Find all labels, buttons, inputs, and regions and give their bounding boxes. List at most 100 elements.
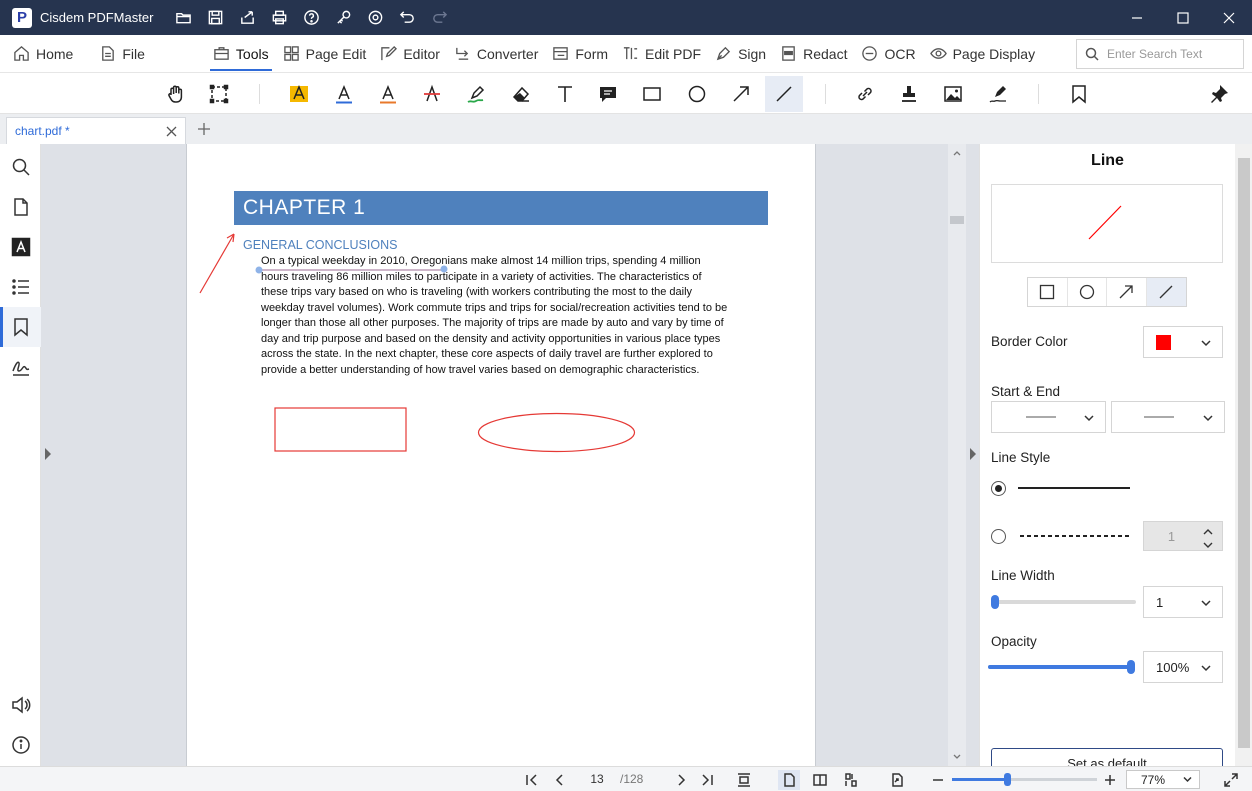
minimize-button[interactable] (1114, 0, 1160, 35)
menu-form[interactable]: Form (545, 35, 615, 73)
pin-toolbar-button[interactable] (1200, 76, 1238, 112)
bookmark-tool[interactable] (1060, 76, 1098, 112)
rectangle-annotation[interactable] (274, 407, 407, 452)
note-tool[interactable] (589, 76, 627, 112)
sidebar-signatures[interactable] (0, 347, 41, 387)
continuous-view-button[interactable] (840, 770, 862, 790)
first-page-button[interactable] (521, 770, 543, 790)
ellipse-tool[interactable] (678, 76, 716, 112)
dashed-line-radio[interactable] (991, 529, 1006, 544)
link-tool[interactable] (846, 76, 884, 112)
sidebar-info[interactable] (0, 725, 41, 765)
menu-file[interactable]: File (92, 35, 152, 73)
menu-ocr[interactable]: OCR (854, 35, 922, 73)
eraser-tool[interactable] (502, 76, 540, 112)
two-page-view-button[interactable] (809, 770, 831, 790)
single-page-view-button[interactable] (778, 770, 800, 790)
chevron-up-icon[interactable] (1202, 525, 1214, 535)
dash-value[interactable]: 1 (1144, 529, 1199, 544)
panel-scroll-thumb[interactable] (1238, 158, 1250, 748)
sidebar-text-style[interactable] (0, 227, 41, 267)
menu-page-edit[interactable]: Page Edit (276, 35, 374, 73)
document-tab[interactable]: chart.pdf * (6, 117, 186, 144)
border-color-dropdown[interactable] (1143, 326, 1223, 358)
opacity-thumb[interactable] (1127, 660, 1135, 674)
highlight-tool[interactable] (280, 76, 318, 112)
zoom-slider[interactable] (952, 773, 1097, 786)
open-folder-icon[interactable] (167, 0, 199, 35)
zoom-out-button[interactable] (927, 770, 949, 790)
stamp-tool[interactable] (890, 76, 928, 112)
squiggly-tool[interactable] (369, 76, 407, 112)
shape-line-button[interactable] (1146, 278, 1186, 306)
opacity-dropdown[interactable]: 100% (1143, 651, 1223, 683)
close-button[interactable] (1206, 0, 1252, 35)
new-tab-icon[interactable] (197, 122, 211, 136)
previous-page-button[interactable] (549, 770, 571, 790)
arrow-tool[interactable] (722, 76, 760, 112)
zoom-thumb[interactable] (1004, 773, 1011, 786)
sidebar-read-aloud[interactable] (0, 685, 41, 725)
menu-converter[interactable]: Converter (447, 35, 545, 73)
hand-tool[interactable] (157, 76, 195, 112)
sidebar-outline[interactable] (0, 267, 41, 307)
rotate-page-button[interactable] (886, 770, 908, 790)
menu-tools[interactable]: Tools (206, 35, 276, 73)
signature-tool[interactable] (979, 76, 1017, 112)
menu-sign[interactable]: Sign (708, 35, 773, 73)
menu-edit-pdf[interactable]: Edit PDF (615, 35, 708, 73)
collapse-right-panel-icon[interactable] (968, 447, 978, 461)
line-width-dropdown[interactable]: 1 (1143, 586, 1223, 618)
menu-editor[interactable]: Editor (373, 35, 447, 73)
last-page-button[interactable] (696, 770, 718, 790)
save-icon[interactable] (199, 0, 231, 35)
next-page-button[interactable] (670, 770, 692, 790)
share-icon[interactable] (231, 0, 263, 35)
image-tool[interactable] (934, 76, 972, 112)
key-icon[interactable] (327, 0, 359, 35)
shape-circle-button[interactable] (1068, 278, 1107, 306)
help-icon[interactable] (295, 0, 327, 35)
line-tool[interactable] (765, 76, 803, 112)
tab-close-icon[interactable] (166, 125, 177, 137)
chevron-down-icon[interactable] (1202, 538, 1214, 548)
ellipse-annotation[interactable] (477, 412, 636, 453)
end-style-dropdown[interactable] (1111, 401, 1225, 433)
document-scrollbar[interactable] (948, 144, 966, 766)
shape-arrow-button[interactable] (1107, 278, 1147, 306)
strikeout-tool[interactable] (413, 76, 451, 112)
shape-rectangle-button[interactable] (1028, 278, 1068, 306)
rectangle-tool[interactable] (633, 76, 671, 112)
undo-icon[interactable] (391, 0, 423, 35)
text-tool[interactable] (546, 76, 584, 112)
underline-tool[interactable] (325, 76, 363, 112)
print-icon[interactable] (263, 0, 295, 35)
sidebar-bookmarks[interactable] (0, 307, 41, 347)
marquee-select-tool[interactable] (200, 76, 238, 112)
search-input[interactable] (1107, 47, 1237, 61)
sidebar-pages[interactable] (0, 187, 41, 227)
line-width-slider[interactable] (991, 595, 1136, 609)
start-style-dropdown[interactable] (991, 401, 1106, 433)
scroll-down-icon[interactable] (952, 752, 962, 762)
fit-page-button[interactable] (733, 770, 755, 790)
scroll-up-icon[interactable] (952, 148, 962, 158)
redo-icon[interactable] (423, 0, 455, 35)
solid-line-radio[interactable] (991, 481, 1006, 496)
line-width-thumb[interactable] (991, 595, 999, 609)
menu-redact[interactable]: Redact (773, 35, 854, 73)
current-page-input[interactable]: 13 (579, 772, 615, 786)
menu-home[interactable]: Home (6, 35, 80, 73)
maximize-button[interactable] (1160, 0, 1206, 35)
sidebar-search[interactable] (0, 147, 41, 187)
opacity-slider[interactable] (988, 660, 1135, 674)
arrow-annotation[interactable] (199, 233, 235, 294)
scroll-thumb[interactable] (950, 216, 964, 224)
fullscreen-button[interactable] (1220, 770, 1242, 790)
settings-icon[interactable] (359, 0, 391, 35)
panel-scrollbar[interactable] (1235, 144, 1252, 766)
set-as-default-button[interactable]: Set as default (991, 748, 1223, 766)
pen-tool[interactable] (457, 76, 495, 112)
expand-left-panel-icon[interactable] (43, 447, 53, 461)
zoom-in-button[interactable] (1099, 770, 1121, 790)
